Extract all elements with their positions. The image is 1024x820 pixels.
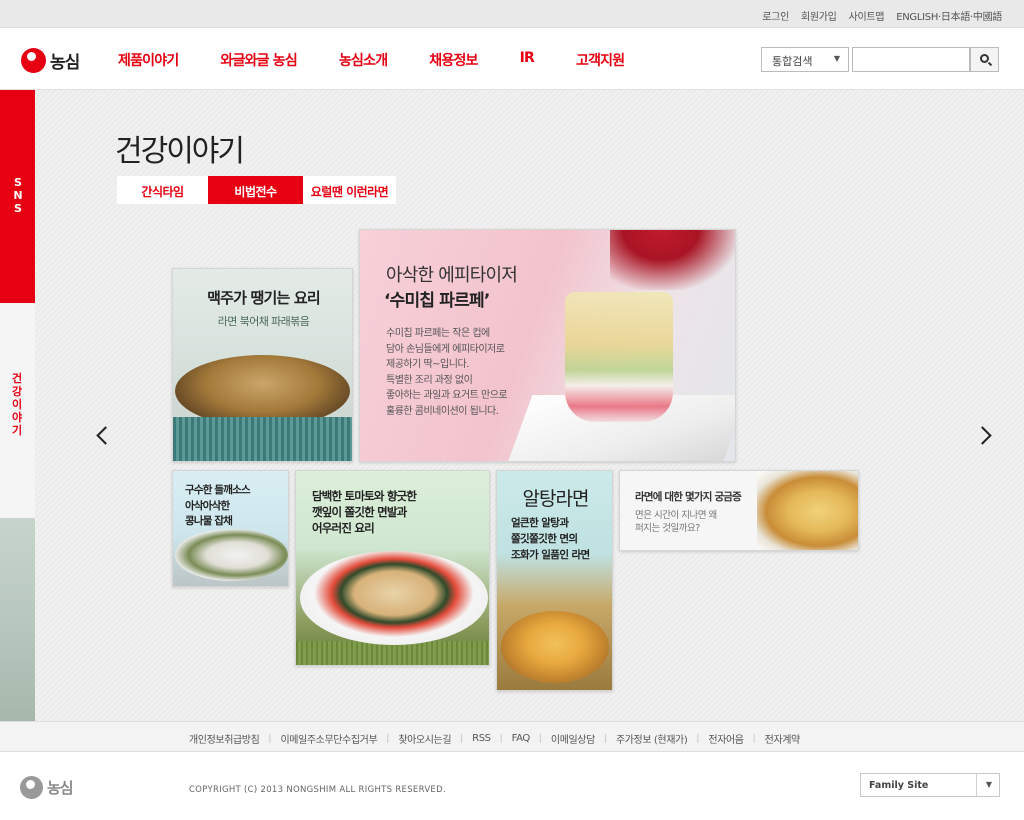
nav-careers[interactable]: 채용정보	[429, 50, 478, 70]
main-content: SNS 건강이야기 건강이야기 간식타임 비법전수 요럴땐 이런라면 맥주가 땡…	[0, 90, 1024, 721]
footer-link-e-bill[interactable]: 전자어음	[708, 731, 744, 746]
separator: |	[752, 733, 756, 744]
side-photo	[0, 518, 35, 721]
parfait-photo	[565, 292, 673, 422]
cloth-photo	[173, 417, 352, 461]
language-link[interactable]: ENGLISH·日本語·中國語	[896, 8, 1002, 23]
search-scope-select[interactable]: 통합검색 ▼	[761, 47, 849, 72]
separator: |	[538, 733, 542, 744]
category-tabs: 간식타임 비법전수 요럴땐 이런라면	[117, 176, 396, 204]
search-scope-label: 통합검색	[772, 55, 813, 68]
nav-community[interactable]: 와글와글 농심	[220, 50, 297, 70]
logo-mark-icon	[20, 776, 43, 799]
footer-logo: 농심	[20, 776, 74, 799]
card-title: 구수한 들깨소스 아삭아삭한 콩나물 잡채	[185, 484, 251, 527]
nav-ir[interactable]: IR	[520, 50, 535, 70]
sitemap-link[interactable]: 사이트맵	[849, 8, 885, 23]
card-title: 맥주가 땡기는 요리	[207, 289, 321, 307]
tab-secret-recipes[interactable]: 비법전수	[208, 176, 303, 204]
footer-link-privacy[interactable]: 개인정보취급방침	[189, 731, 260, 746]
card-subtitle: 얼큰한 알탕과 쫄깃쫄깃한 면의 조화가 일품인 라면	[511, 517, 590, 561]
food-photo	[300, 551, 488, 645]
card-title: 알탕라면	[522, 488, 590, 510]
nav-about[interactable]: 농심소개	[339, 50, 388, 70]
logo-mark-icon	[21, 48, 46, 73]
separator: |	[696, 733, 700, 744]
ramen-faq-card[interactable]: 라면에 대한 몇가지 궁금증 면은 시간이 지나면 왜 퍼지는 것일까요?	[619, 470, 859, 551]
card-title-line1: 아삭한 에피타이저	[386, 265, 518, 286]
footer-logo-text: 농심	[47, 779, 74, 797]
search-button[interactable]	[970, 47, 999, 72]
food-photo	[501, 611, 609, 683]
chevron-left-icon[interactable]	[95, 426, 109, 444]
recipe-card-tomato-perilla[interactable]: 담백한 토마토와 향긋한 깻잎이 쫄깃한 면발과 어우러진 요리	[295, 470, 490, 666]
recipe-card-beer-snack[interactable]: 맥주가 땡기는 요리 라면 북어채 파래볶음	[172, 268, 353, 462]
card-title-line2: ‘수미칩 파르페’	[384, 291, 490, 311]
footer-links: 개인정보취급방침 | 이메일주소무단수집거부 | 찾아오시는길 | RSS | …	[189, 731, 800, 746]
chevron-right-icon[interactable]	[976, 426, 990, 444]
family-site-label: Family Site	[869, 780, 929, 791]
health-story-side-label[interactable]: 건강이야기	[10, 372, 24, 437]
separator: |	[268, 733, 272, 744]
noodle-photo	[757, 471, 858, 550]
sns-label: SNS	[13, 176, 23, 215]
separator: |	[386, 733, 390, 744]
login-link[interactable]: 로그인	[762, 8, 789, 23]
header: 농심 제품이야기 와글와글 농심 농심소개 채용정보 IR 고객지원 통합검색 …	[0, 28, 1024, 90]
card-description: 면은 시간이 지나면 왜 퍼지는 것일까요?	[635, 510, 717, 534]
utility-bar: 로그인 회원가입 사이트맵 ENGLISH·日本語·中國語	[0, 0, 1024, 28]
footer-link-email-refusal[interactable]: 이메일주소무단수집거부	[280, 731, 377, 746]
recipe-card-altang-ramen[interactable]: 알탕라면 얼큰한 알탕과 쫄깃쫄깃한 면의 조화가 일품인 라면	[496, 470, 613, 691]
caret-down-icon: ▼	[833, 54, 840, 63]
nav-products[interactable]: 제품이야기	[118, 50, 179, 70]
footer-link-directions[interactable]: 찾아오시는길	[398, 731, 451, 746]
separator: |	[460, 733, 464, 744]
separator: |	[603, 733, 607, 744]
card-subtitle: 라면 북어채 파래볶음	[217, 315, 310, 328]
logo[interactable]: 농심	[21, 48, 80, 73]
main-nav: 제품이야기 와글와글 농심 농심소개 채용정보 IR 고객지원	[118, 50, 666, 70]
footer-link-faq[interactable]: FAQ	[512, 733, 531, 744]
nav-support[interactable]: 고객지원	[576, 50, 625, 70]
card-title: 라면에 대한 몇가지 궁금증	[635, 491, 742, 503]
footer: 농심 COPYRIGHT (C) 2013 NONGSHIM ALL RIGHT…	[0, 752, 1024, 820]
recipe-card-bean-sprout-japchae[interactable]: 구수한 들깨소스 아삭아삭한 콩나물 잡채	[172, 470, 289, 587]
card-description: 수미칩 파르페는 작은 컵에 담아 손님들에게 에피타이저로 제공하기 딱~입니…	[386, 328, 508, 417]
footer-links-bar: 개인정보취급방침 | 이메일주소무단수집거부 | 찾아오시는길 | RSS | …	[0, 721, 1024, 752]
separator: |	[499, 733, 503, 744]
family-site-select[interactable]: Family Site ▼	[860, 773, 1000, 797]
recipe-card-sumichip-parfait[interactable]: 아삭한 에피타이저 ‘수미칩 파르페’ 수미칩 파르페는 작은 컵에 담아 손님…	[359, 229, 736, 462]
tab-snack-time[interactable]: 간식타임	[117, 176, 208, 204]
page-title: 건강이야기	[115, 134, 245, 169]
copyright: COPYRIGHT (C) 2013 NONGSHIM ALL RIGHTS R…	[189, 785, 446, 795]
food-photo	[175, 529, 288, 581]
card-title: 담백한 토마토와 향긋한 깻잎이 쫄깃한 면발과 어우러진 요리	[312, 489, 417, 535]
footer-link-rss[interactable]: RSS	[472, 733, 491, 744]
join-link[interactable]: 회원가입	[801, 8, 837, 23]
footer-link-stock[interactable]: 주가정보 (현재가)	[616, 731, 688, 746]
caret-down-icon: ▼	[985, 780, 992, 789]
footer-link-email-inquiry[interactable]: 이메일상담	[551, 731, 595, 746]
tab-ramen-tips[interactable]: 요럴땐 이런라면	[303, 176, 396, 204]
logo-text: 농심	[50, 53, 80, 73]
search-input[interactable]	[852, 47, 970, 72]
flower-photo	[610, 230, 735, 290]
utility-links: 로그인 회원가입 사이트맵 ENGLISH·日本語·中國語	[762, 8, 1002, 23]
footer-link-e-contract[interactable]: 전자계약	[765, 731, 801, 746]
sns-side-tab[interactable]: SNS	[0, 90, 35, 303]
